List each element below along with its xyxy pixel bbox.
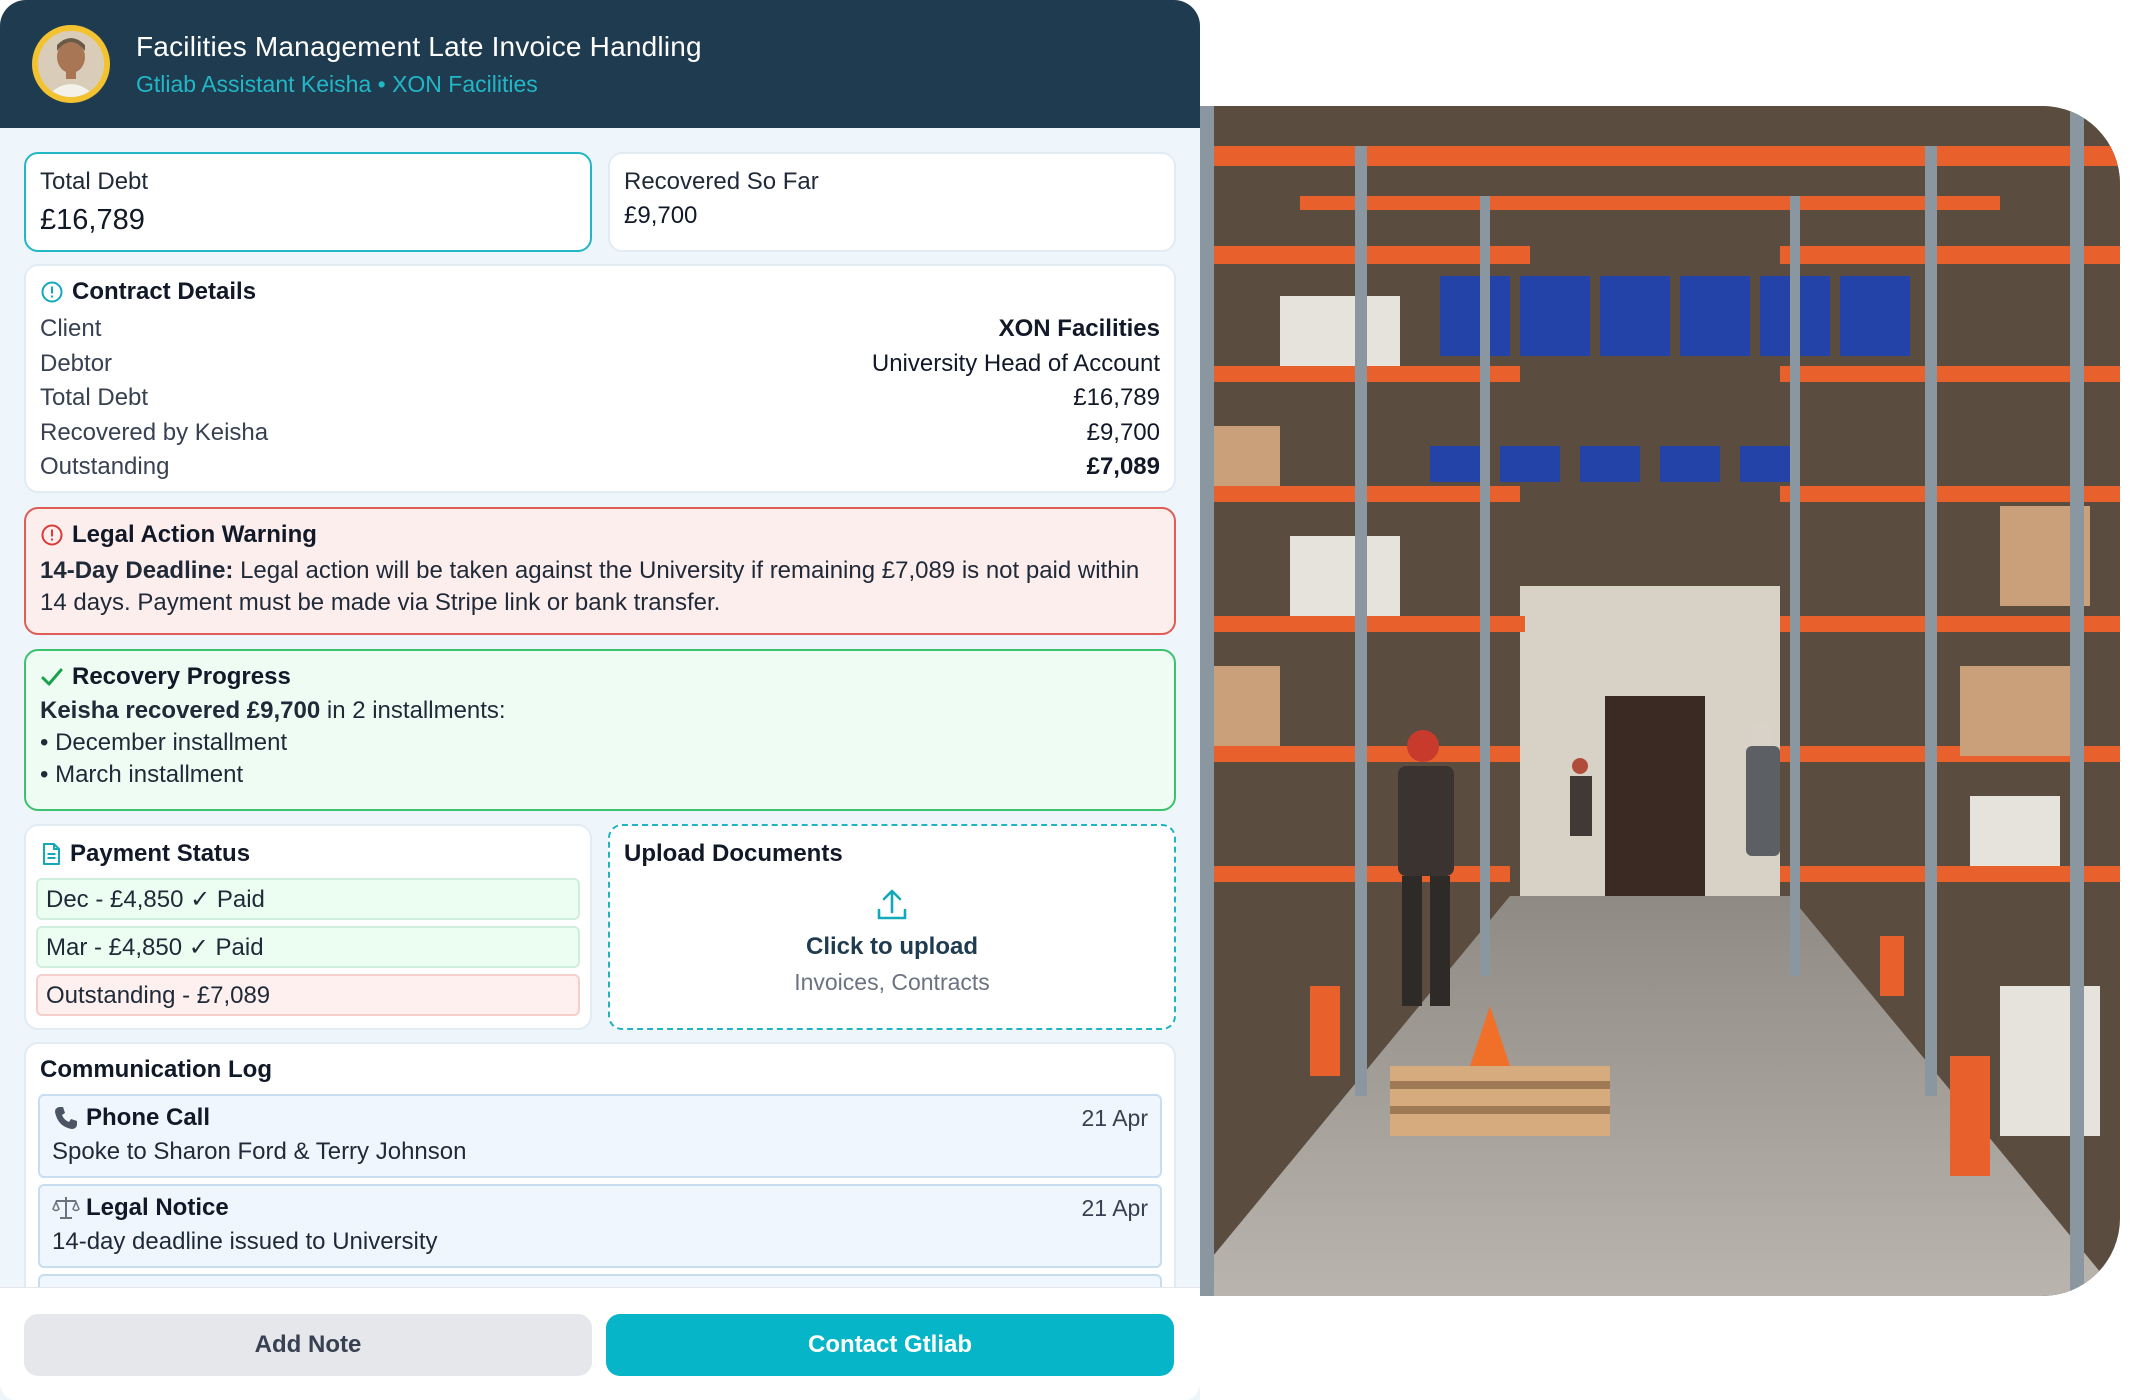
recovery-lead-rest: in 2 installments: bbox=[320, 697, 506, 724]
payment-status-card: Payment Status Dec - £4,850 ✓ Paid Mar -… bbox=[24, 824, 592, 1030]
log-item-title: Legal Notice bbox=[86, 1194, 229, 1221]
contract-row-client: Client XON Facilities bbox=[40, 312, 1160, 347]
assistant-avatar bbox=[32, 25, 110, 103]
contract-row-label: Client bbox=[40, 315, 102, 342]
recovery-item: • March installment bbox=[40, 761, 244, 788]
contract-row-debtor: Debtor University Head of Account bbox=[40, 347, 1160, 382]
footer-actions: Add Note Contact Gtliab bbox=[0, 1287, 1200, 1400]
contract-row-label: Recovered by Keisha bbox=[40, 418, 269, 446]
scales-icon bbox=[52, 1197, 80, 1219]
document-icon bbox=[43, 843, 60, 865]
contract-row-value: £9,700 bbox=[1086, 418, 1160, 446]
contract-row-value: £7,089 bbox=[1086, 453, 1160, 480]
total-debt-card[interactable]: Total Debt £16,789 bbox=[24, 152, 592, 252]
app-header: Facilities Management Late Invoice Handl… bbox=[0, 0, 1200, 128]
contract-details-card: Contract Details Client XON Facilities D… bbox=[24, 264, 1176, 493]
alert-circle-icon bbox=[41, 524, 63, 546]
log-item-date: 21 Apr bbox=[1081, 1104, 1149, 1131]
log-item-desc: 14-day deadline issued to University bbox=[52, 1228, 438, 1255]
payment-item-paid: Dec - £4,850 ✓ Paid bbox=[36, 878, 580, 920]
contract-row-recovered: Recovered by Keisha £9,700 bbox=[40, 416, 1160, 451]
payment-status-title: Payment Status bbox=[70, 840, 251, 867]
contract-row-total-debt: Total Debt £16,789 bbox=[40, 381, 1160, 416]
invoice-app-panel: Facilities Management Late Invoice Handl… bbox=[0, 0, 1200, 1400]
warehouse-illustration bbox=[1180, 106, 2120, 1296]
contract-details-list: Client XON Facilities Debtor University … bbox=[40, 312, 1160, 485]
legal-warning-lead: 14-Day Deadline: bbox=[40, 557, 234, 584]
contract-row-label: Debtor bbox=[40, 349, 113, 377]
recovery-item: • December installment bbox=[40, 729, 288, 756]
legal-warning-card: Legal Action Warning 14-Day Deadline: Le… bbox=[24, 507, 1176, 635]
payment-item-outstanding: Outstanding - £7,089 bbox=[36, 974, 580, 1016]
log-item-date: 21 Apr bbox=[1081, 1194, 1149, 1221]
recovered-label: Recovered So Far bbox=[624, 168, 819, 195]
recovery-summary: Keisha recovered £9,700 in 2 installment… bbox=[40, 695, 1160, 727]
legal-warning-title: Legal Action Warning bbox=[72, 521, 317, 548]
contract-row-value: XON Facilities bbox=[998, 315, 1160, 342]
upload-hint: Invoices, Contracts bbox=[794, 969, 990, 995]
log-item-desc: Spoke to Sharon Ford & Terry Johnson bbox=[52, 1138, 467, 1165]
upload-title: Upload Documents bbox=[624, 840, 843, 867]
contract-row-value: University Head of Account bbox=[871, 349, 1160, 377]
log-item-legal-notice[interactable]: Legal Notice 21 Apr 14-day deadline issu… bbox=[38, 1184, 1162, 1268]
contract-row-label: Outstanding bbox=[40, 453, 170, 480]
phone-icon bbox=[55, 1107, 77, 1129]
upload-dropzone[interactable]: Upload Documents Click to upload Invoice… bbox=[608, 824, 1176, 1030]
recovered-value: £9,700 bbox=[624, 202, 698, 229]
upload-cta-area[interactable]: Click to upload Invoices, Contracts bbox=[610, 886, 1174, 996]
legal-warning-text: 14-Day Deadline: Legal action will be ta… bbox=[40, 555, 1160, 619]
check-icon bbox=[41, 668, 63, 686]
recovery-lead: Keisha recovered £9,700 bbox=[40, 697, 321, 724]
communication-log-title: Communication Log bbox=[40, 1056, 272, 1083]
contract-details-title: Contract Details bbox=[72, 278, 257, 305]
recovery-progress-title: Recovery Progress bbox=[72, 663, 291, 690]
info-circle-icon bbox=[41, 281, 63, 303]
avatar-face-icon bbox=[38, 31, 104, 97]
add-note-button[interactable]: Add Note bbox=[24, 1314, 592, 1376]
contract-row-value: £16,789 bbox=[1073, 384, 1160, 411]
recovered-card[interactable]: Recovered So Far £9,700 bbox=[608, 152, 1176, 252]
total-debt-value: £16,789 bbox=[40, 204, 145, 236]
upload-icon bbox=[877, 889, 907, 920]
contact-gtliab-button[interactable]: Contact Gtliab bbox=[606, 1314, 1174, 1376]
warehouse-photo bbox=[1180, 106, 2120, 1296]
upload-cta[interactable]: Click to upload bbox=[610, 933, 1174, 961]
total-debt-label: Total Debt bbox=[40, 168, 149, 195]
log-item-title: Phone Call bbox=[86, 1104, 211, 1131]
avatar-portrait bbox=[38, 31, 104, 97]
contract-row-outstanding: Outstanding £7,089 bbox=[40, 450, 1160, 485]
page-subtitle: Gtliab Assistant Keisha • XON Facilities bbox=[136, 70, 538, 97]
contract-row-label: Total Debt bbox=[40, 384, 149, 411]
payment-item-paid: Mar - £4,850 ✓ Paid bbox=[36, 926, 580, 968]
log-item-phone-call[interactable]: Phone Call 21 Apr Spoke to Sharon Ford &… bbox=[38, 1094, 1162, 1178]
page-title: Facilities Management Late Invoice Handl… bbox=[136, 30, 702, 62]
recovery-progress-card: Recovery Progress Keisha recovered £9,70… bbox=[24, 649, 1176, 811]
